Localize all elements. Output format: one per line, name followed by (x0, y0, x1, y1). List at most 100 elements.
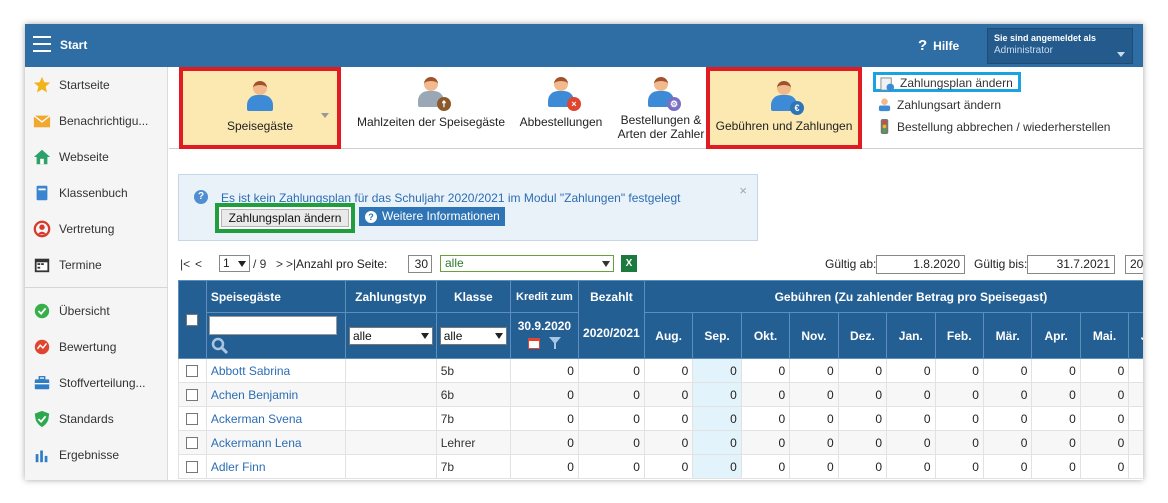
fee-cell[interactable]: 0 (934, 430, 984, 455)
sidebar-item-klassenbuch[interactable]: Klassenbuch (25, 175, 168, 211)
fee-cell[interactable]: 0 (982, 406, 1033, 431)
col-class-header[interactable]: Klasse (435, 280, 511, 313)
change-payment-plan-link[interactable]: Zahlungsplan ändern (873, 72, 1021, 92)
fee-cell[interactable]: 0 (886, 406, 936, 431)
fee-cell[interactable]: 0 (1031, 406, 1081, 431)
fee-cell[interactable]: 0 (740, 382, 791, 407)
fee-cell[interactable]: 0 (1031, 430, 1081, 455)
sidebar-item-vertretung[interactable]: Vertretung (25, 211, 168, 247)
fee-cell[interactable]: 0 (643, 430, 694, 455)
search-icon[interactable] (211, 337, 229, 355)
fee-cell[interactable]: 0 (789, 406, 839, 431)
fee-cell[interactable]: 0 (789, 430, 839, 455)
fee-cell[interactable]: 0 (643, 454, 694, 479)
diner-name-link[interactable]: Abbott Sabrina (205, 358, 346, 383)
cancellations-button[interactable]: × Abbestellungen (515, 67, 607, 149)
fees-payments-button[interactable]: € Gebühren und Zahlungen (706, 67, 862, 149)
prev-page-button[interactable]: < (195, 257, 202, 271)
row-checkbox[interactable] (186, 437, 199, 450)
change-payment-plan-button[interactable]: Zahlungsplan ändern (215, 203, 355, 233)
fee-cell[interactable]: 0 (886, 454, 936, 479)
fee-cell[interactable]: 0 (837, 358, 888, 383)
sidebar-item-benachrichtigungen[interactable]: Benachrichtigu... (25, 103, 168, 139)
fee-cell[interactable]: 0 (1128, 454, 1143, 479)
change-payment-type-link[interactable]: Zahlungsart ändern (873, 95, 1021, 115)
next-page-button[interactable]: > (276, 257, 283, 271)
fee-cell[interactable]: 0 (886, 358, 936, 383)
app-title[interactable]: Start (60, 38, 87, 52)
fee-cell[interactable]: 0 (692, 358, 742, 383)
diner-name-link[interactable]: Ackerman Svena (205, 406, 346, 431)
fee-cell[interactable]: 0 (837, 454, 888, 479)
fee-cell[interactable]: 0 (692, 382, 742, 407)
fee-cell[interactable]: 0 (1128, 382, 1143, 407)
fee-cell[interactable]: 0 (934, 454, 984, 479)
fee-cell[interactable]: 0 (934, 382, 984, 407)
row-checkbox[interactable] (186, 389, 199, 402)
filter-select[interactable]: alle (440, 255, 614, 272)
chevron-down-icon[interactable] (321, 113, 329, 118)
valid-from-input[interactable]: 1.8.2020 (876, 255, 965, 274)
fee-cell[interactable]: 0 (1079, 430, 1130, 455)
per-page-input[interactable]: 30 (408, 255, 432, 273)
fee-cell[interactable]: 0 (1031, 382, 1081, 407)
fee-cell[interactable]: 0 (837, 382, 888, 407)
sidebar-item-startseite[interactable]: Startseite (25, 67, 168, 103)
last-page-button[interactable]: >| (286, 257, 296, 271)
fee-cell[interactable]: 0 (1031, 454, 1081, 479)
class-filter-select[interactable]: alle (439, 326, 507, 345)
fee-cell[interactable]: 0 (1079, 358, 1130, 383)
sidebar-item-webseite[interactable]: Webseite (25, 139, 168, 175)
valid-to-input[interactable]: 31.7.2021 (1027, 255, 1115, 274)
fee-cell[interactable]: 0 (1128, 430, 1143, 455)
diner-name-link[interactable]: Ackermann Lena (205, 430, 346, 455)
cancel-restore-order-link[interactable]: Bestellung abbrechen / wiederherstellen (873, 117, 1123, 137)
fee-cell[interactable]: 0 (886, 430, 936, 455)
fee-cell[interactable]: 0 (643, 358, 694, 383)
first-page-button[interactable]: |< (180, 257, 190, 271)
sidebar-item-stoffverteilung[interactable]: Stoffverteilung... (25, 365, 168, 401)
fee-cell[interactable]: 0 (886, 382, 936, 407)
col-paid-header[interactable]: Bezahlt 2020/2021 (577, 280, 645, 359)
sidebar-item-ergebnisse[interactable]: Ergebnisse (25, 437, 168, 473)
fee-cell[interactable]: 0 (1128, 358, 1143, 383)
calendar-icon[interactable] (527, 336, 541, 350)
diner-name-link[interactable]: Achen Benjamin (205, 382, 346, 407)
excel-export-icon[interactable]: X (621, 255, 637, 272)
fee-cell[interactable]: 0 (740, 406, 791, 431)
col-diners-header[interactable]: Speisegäste (205, 280, 346, 313)
close-icon[interactable]: × (739, 183, 747, 198)
sidebar-item-termine[interactable]: Termine (25, 247, 168, 283)
fee-cell[interactable]: 0 (934, 358, 984, 383)
fee-cell[interactable]: 0 (982, 430, 1033, 455)
col-paytype-header[interactable]: Zahlungstyp (344, 280, 437, 313)
fee-cell[interactable]: 0 (1079, 406, 1130, 431)
fee-cell[interactable]: 0 (740, 430, 791, 455)
fee-cell[interactable]: 0 (1079, 382, 1130, 407)
diner-name-link[interactable]: Adler Finn (205, 454, 346, 479)
fee-cell[interactable]: 0 (982, 382, 1033, 407)
filter-icon[interactable] (548, 336, 562, 350)
fee-cell[interactable]: 0 (692, 430, 742, 455)
fee-cell[interactable]: 0 (740, 454, 791, 479)
row-checkbox[interactable] (186, 413, 199, 426)
fee-cell[interactable]: 0 (692, 406, 742, 431)
fee-cell[interactable]: 0 (982, 454, 1033, 479)
page-select[interactable]: 1 (219, 255, 250, 272)
user-menu[interactable]: Sie sind angemeldet als Administrator (987, 28, 1133, 64)
col-credit-header[interactable]: Kredit zum (509, 280, 579, 313)
fee-cell[interactable]: 0 (1128, 406, 1143, 431)
meals-button[interactable]: ☨ Mahlzeiten der Speisegäste (355, 67, 507, 149)
select-all-checkbox[interactable] (186, 314, 199, 327)
help-button[interactable]: ? Hilfe (918, 37, 959, 54)
fee-cell[interactable]: 0 (837, 406, 888, 431)
fee-cell[interactable]: 0 (789, 358, 839, 383)
row-checkbox[interactable] (186, 461, 199, 474)
fee-cell[interactable]: 0 (643, 406, 694, 431)
fee-cell[interactable]: 0 (692, 454, 742, 479)
fee-cell[interactable]: 0 (1031, 358, 1081, 383)
fee-cell[interactable]: 0 (643, 382, 694, 407)
sidebar-item-bewertung[interactable]: Bewertung (25, 329, 168, 365)
school-year-select[interactable]: 2020 (1125, 255, 1143, 274)
fee-cell[interactable]: 0 (934, 406, 984, 431)
